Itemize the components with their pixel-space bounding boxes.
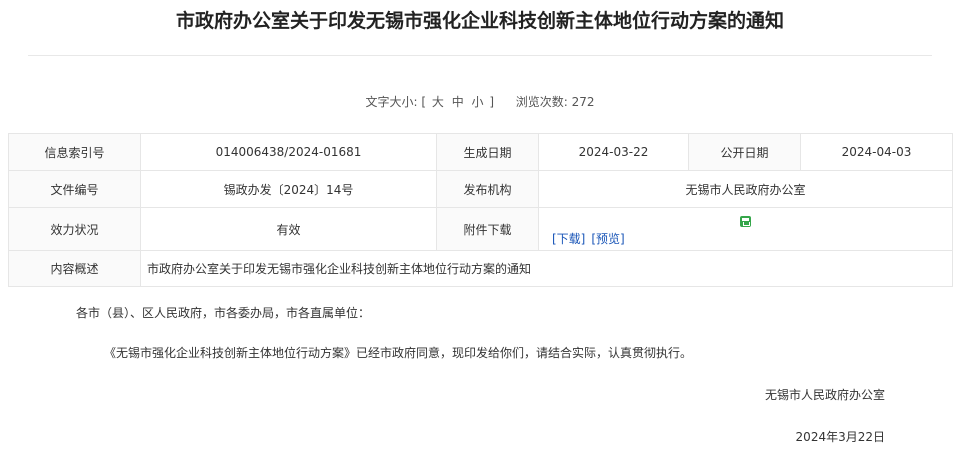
index-value: 014006438/2024-01681: [140, 133, 437, 171]
issuer-label: 发布机构: [436, 170, 539, 208]
summary-label: 内容概述: [8, 250, 141, 287]
signature-date: 2024年3月22日: [795, 430, 885, 444]
summary-value: 市政府办公室关于印发无锡市强化企业科技创新主体地位行动方案的通知: [140, 250, 953, 287]
public-value: 2024-04-03: [800, 133, 953, 171]
public-label: 公开日期: [688, 133, 801, 171]
attachment-links: [下载] [预览]: [552, 230, 631, 247]
info-table: 信息索引号 014006438/2024-01681 生成日期 2024-03-…: [8, 133, 953, 287]
title-divider: [28, 55, 932, 56]
body-paragraph: 《无锡市强化企业科技创新主体地位行动方案》已经市政府同意，现印发给你们，请结合实…: [104, 346, 693, 360]
salutation: 各市（县）、区人民政府，市各委办局，市各直属单位：: [76, 306, 371, 320]
table-row: 文件编号 锡政办发〔2024〕14号 发布机构 无锡市人民政府办公室: [8, 170, 953, 208]
table-row: 效力状况 有效 附件下载 [下载] [预览]: [8, 207, 953, 251]
doc-no-label: 文件编号: [8, 170, 141, 208]
views-count: 272: [571, 95, 595, 109]
font-size-label: 文字大小:: [365, 95, 418, 109]
page-title: 市政府办公室关于印发无锡市强化企业科技创新主体地位行动方案的通知: [175, 10, 784, 32]
created-label: 生成日期: [436, 133, 539, 171]
attachment-label: 附件下载: [436, 207, 539, 251]
validity-label: 效力状况: [8, 207, 141, 251]
font-size-medium-link[interactable]: 中: [450, 95, 466, 109]
font-size-large-link[interactable]: 大: [430, 95, 446, 109]
index-label: 信息索引号: [8, 133, 141, 171]
download-link[interactable]: [下载]: [552, 232, 585, 246]
signature-org: 无锡市人民政府办公室: [764, 388, 885, 402]
created-value: 2024-03-22: [538, 133, 689, 171]
file-download-icon[interactable]: [740, 216, 751, 227]
table-row: 信息索引号 014006438/2024-01681 生成日期 2024-03-…: [8, 133, 953, 171]
issuer-value: 无锡市人民政府办公室: [538, 170, 953, 208]
table-row: 内容概述 市政府办公室关于印发无锡市强化企业科技创新主体地位行动方案的通知: [8, 250, 953, 287]
bracket-open: [: [421, 95, 427, 109]
attachment-cell: [下载] [预览]: [538, 207, 953, 251]
doc-no-value: 锡政办发〔2024〕14号: [140, 170, 437, 208]
preview-link[interactable]: [预览]: [591, 232, 624, 246]
views-label: 浏览次数:: [515, 95, 568, 109]
bracket-close: ]: [489, 95, 495, 109]
meta-bar: 文字大小: [ 大 中 小 ] 浏览次数: 272: [0, 93, 960, 111]
validity-value: 有效: [140, 207, 437, 251]
font-size-small-link[interactable]: 小: [470, 95, 486, 109]
